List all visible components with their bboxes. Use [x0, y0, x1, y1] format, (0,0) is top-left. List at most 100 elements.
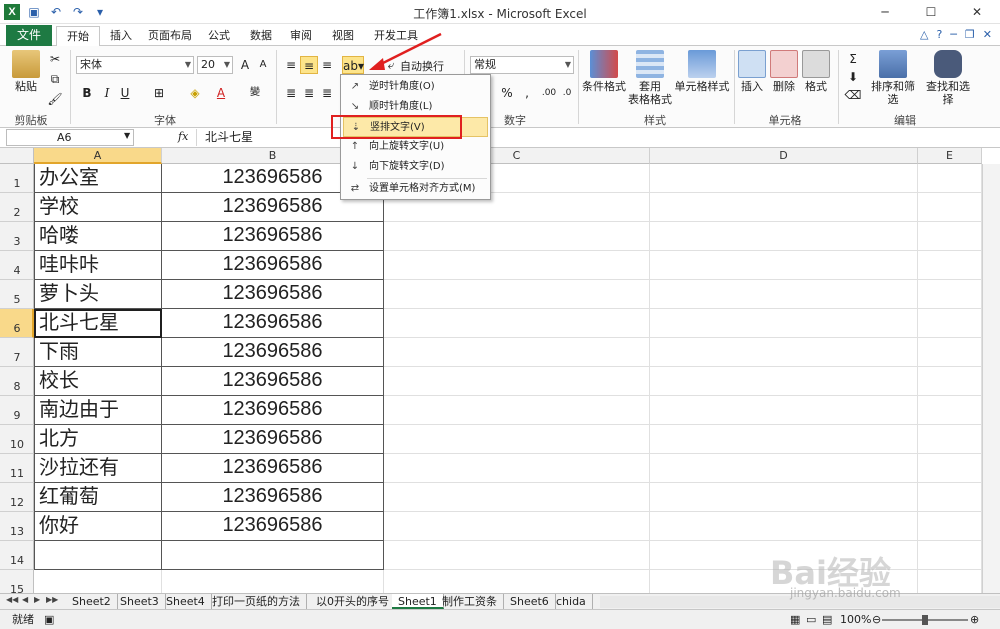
- column-header-e[interactable]: E: [918, 148, 982, 164]
- cell-a[interactable]: 下雨: [34, 338, 162, 367]
- cell-empty[interactable]: [918, 454, 982, 483]
- align-center-icon[interactable]: ≣: [300, 84, 318, 102]
- cell-b[interactable]: 123696586: [162, 222, 384, 251]
- font-size-combo[interactable]: 20 ▼: [197, 56, 233, 74]
- cell-empty[interactable]: [384, 367, 650, 396]
- align-bottom-icon[interactable]: ≡: [318, 56, 336, 74]
- formula-input[interactable]: 北斗七星: [196, 129, 996, 146]
- normal-view-icon[interactable]: ▦: [790, 610, 800, 629]
- bold-icon[interactable]: B: [78, 84, 96, 102]
- doc-minimize-icon[interactable]: ─: [950, 28, 957, 41]
- tab-home[interactable]: 开始: [56, 26, 100, 47]
- cell-empty[interactable]: [384, 309, 650, 338]
- row-header[interactable]: 10: [0, 425, 34, 454]
- sheet-tab[interactable]: 制作工资条: [436, 594, 504, 609]
- row-header[interactable]: 7: [0, 338, 34, 367]
- cell-empty[interactable]: [918, 396, 982, 425]
- shrink-font-icon[interactable]: A: [254, 56, 272, 74]
- collapse-ribbon-icon[interactable]: △: [920, 28, 928, 41]
- cell-empty[interactable]: [650, 280, 918, 309]
- row-header[interactable]: 2: [0, 193, 34, 222]
- menu-item-format-alignment[interactable]: ⇄ 设置单元格对齐方式(M): [343, 179, 488, 199]
- sheet-tab[interactable]: chida: [550, 594, 593, 609]
- cell-empty[interactable]: [918, 280, 982, 309]
- borders-icon[interactable]: ⊞: [150, 84, 168, 102]
- sheet-tab[interactable]: Sheet2: [66, 594, 118, 609]
- conditional-format-button[interactable]: 条件格式: [582, 50, 626, 93]
- cell-a[interactable]: 萝卜头: [34, 280, 162, 309]
- zoom-slider-knob[interactable]: [922, 615, 928, 625]
- cut-icon[interactable]: ✂: [46, 50, 64, 68]
- cell-a[interactable]: 北斗七星: [34, 309, 162, 338]
- cell-empty[interactable]: [384, 483, 650, 512]
- zoom-out-icon[interactable]: ⊖: [872, 610, 881, 629]
- row-header[interactable]: 4: [0, 251, 34, 280]
- align-middle-icon[interactable]: ≡: [300, 56, 318, 74]
- doc-close-icon[interactable]: ✕: [983, 28, 992, 41]
- sheet-tab[interactable]: 以0开头的序号: [310, 594, 396, 609]
- cell-empty[interactable]: [384, 338, 650, 367]
- fill-color-icon[interactable]: ◈: [186, 84, 204, 102]
- first-sheet-icon[interactable]: ◀◀: [6, 595, 18, 604]
- cell-empty[interactable]: [918, 251, 982, 280]
- minimize-icon[interactable]: ─: [862, 0, 908, 24]
- row-header[interactable]: 9: [0, 396, 34, 425]
- cell-empty[interactable]: [918, 164, 982, 193]
- cell-a[interactable]: [34, 570, 162, 593]
- menu-item-rotate-up[interactable]: ↑ 向上旋转文字(U): [343, 137, 488, 157]
- cell-empty[interactable]: [650, 309, 918, 338]
- cell-empty[interactable]: [918, 338, 982, 367]
- row-header[interactable]: 15: [0, 570, 34, 593]
- cell-a[interactable]: 南边由于: [34, 396, 162, 425]
- cell-empty[interactable]: [918, 367, 982, 396]
- sheet-tab[interactable]: 打印一页纸的方法: [206, 594, 307, 609]
- increase-decimal-icon[interactable]: .00: [540, 84, 558, 102]
- cell-empty[interactable]: [650, 251, 918, 280]
- cell-empty[interactable]: [384, 512, 650, 541]
- menu-item-rotate-cw[interactable]: ↘ 顺时针角度(L): [343, 97, 488, 117]
- cell-empty[interactable]: [650, 222, 918, 251]
- vertical-scrollbar[interactable]: [982, 164, 1000, 593]
- autosum-icon[interactable]: Σ: [844, 50, 862, 68]
- cell-b[interactable]: [162, 570, 384, 593]
- cell-b[interactable]: 123696586: [162, 396, 384, 425]
- cell-empty[interactable]: [384, 425, 650, 454]
- comma-style-icon[interactable]: ,: [518, 84, 536, 102]
- last-sheet-icon[interactable]: ▶▶: [46, 595, 58, 604]
- cell-b[interactable]: 123696586: [162, 454, 384, 483]
- cell-b[interactable]: 123696586: [162, 483, 384, 512]
- cell-b[interactable]: 123696586: [162, 338, 384, 367]
- cell-empty[interactable]: [918, 512, 982, 541]
- sort-filter-button[interactable]: 排序和筛选: [866, 50, 920, 106]
- cell-empty[interactable]: [650, 425, 918, 454]
- row-header[interactable]: 14: [0, 541, 34, 570]
- menu-item-rotate-ccw[interactable]: ↗ 逆时针角度(O): [343, 77, 488, 97]
- tab-insert[interactable]: 插入: [100, 26, 142, 47]
- clear-icon[interactable]: ⌫: [844, 86, 862, 104]
- sheet-tab[interactable]: Sheet3: [114, 594, 166, 609]
- cell-empty[interactable]: [650, 164, 918, 193]
- name-box[interactable]: A6: [6, 129, 134, 146]
- cell-empty[interactable]: [918, 541, 982, 570]
- align-top-icon[interactable]: ≡: [282, 56, 300, 74]
- cell-b[interactable]: 123696586: [162, 309, 384, 338]
- font-color-icon[interactable]: A: [212, 84, 230, 102]
- cell-empty[interactable]: [918, 483, 982, 512]
- row-header[interactable]: 3: [0, 222, 34, 251]
- cell-empty[interactable]: [650, 396, 918, 425]
- cell-a[interactable]: 办公室: [34, 164, 162, 193]
- cell-empty[interactable]: [650, 483, 918, 512]
- sheet-tab[interactable]: Sheet4: [160, 594, 212, 609]
- font-name-combo[interactable]: 宋体 ▼: [76, 56, 194, 74]
- page-layout-view-icon[interactable]: ▭: [806, 610, 816, 629]
- tab-view[interactable]: 视图: [322, 26, 364, 47]
- sheet-tab[interactable]: Sheet6: [504, 594, 556, 609]
- grow-font-icon[interactable]: A: [236, 56, 254, 74]
- format-as-table-button[interactable]: 套用 表格格式: [628, 50, 672, 106]
- cell-empty[interactable]: [918, 425, 982, 454]
- zoom-level[interactable]: 100%: [840, 610, 871, 629]
- cell-styles-button[interactable]: 单元格样式: [674, 50, 730, 93]
- cell-a[interactable]: 学校: [34, 193, 162, 222]
- prev-sheet-icon[interactable]: ◀: [22, 595, 28, 604]
- paste-button[interactable]: 粘贴: [10, 50, 42, 93]
